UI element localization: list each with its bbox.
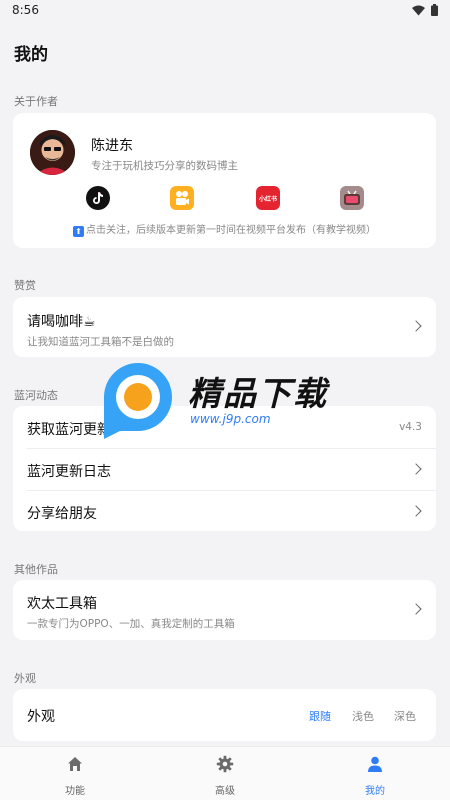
- status-bar: 8:56: [0, 0, 450, 22]
- author-card: 陈进东 专注于玩机技巧分享的数码博主 小红书 ⬆ 点击关注，后续版本更新第一时间在…: [13, 113, 436, 248]
- theme-option-dark[interactable]: 深色: [394, 708, 416, 724]
- battery-icon: [431, 4, 438, 16]
- follow-notice[interactable]: ⬆ 点击关注，后续版本更新第一时间在视频平台发布（有教学视频）: [13, 221, 436, 237]
- watermark-url: www.j9p.com: [190, 412, 271, 426]
- section-label-other: 其他作品: [14, 563, 58, 576]
- appearance-card: 外观 跟随 浅色 深色: [13, 689, 436, 741]
- theme-option-light[interactable]: 浅色: [352, 708, 374, 724]
- person-icon: [368, 756, 382, 772]
- share-label: 分享给朋友: [27, 506, 97, 522]
- section-label-updates: 蓝河动态: [14, 389, 58, 402]
- chevron-right-icon: [410, 463, 422, 475]
- nav-label-advanced: 高级: [215, 786, 235, 797]
- changelog-row[interactable]: 蓝河更新日志: [13, 448, 436, 490]
- nav-label-features: 功能: [65, 786, 85, 797]
- avatar[interactable]: [30, 130, 75, 175]
- coffee-title: 请喝咖啡☕: [27, 314, 96, 330]
- nav-item-advanced[interactable]: 高级: [150, 747, 300, 800]
- tiktok-icon[interactable]: [86, 186, 110, 210]
- watermark: 精品下载 www.j9p.com: [98, 357, 358, 441]
- author-description: 专注于玩机技巧分享的数码博主: [91, 160, 238, 172]
- theme-option-follow[interactable]: 跟随: [309, 708, 331, 724]
- chevron-right-icon: [410, 320, 422, 332]
- coffee-subtitle: 让我知道蓝河工具箱不是白做的: [27, 336, 174, 348]
- nav-item-features[interactable]: 功能: [0, 747, 150, 800]
- status-time: 8:56: [12, 3, 39, 17]
- nav-item-mine[interactable]: 我的: [300, 747, 450, 800]
- section-label-about: 关于作者: [14, 95, 58, 108]
- xiaohongshu-icon[interactable]: 小红书: [256, 186, 280, 210]
- bilibili-icon[interactable]: [340, 186, 364, 210]
- author-name: 陈进东: [91, 138, 133, 154]
- other-app-subtitle: 一款专门为OPPO、一加、真我定制的工具箱: [27, 618, 235, 630]
- version-value: v4.3: [399, 421, 422, 433]
- arrow-up-icon: ⬆: [73, 226, 84, 237]
- nav-label-mine: 我的: [365, 786, 385, 797]
- section-label-appearance: 外观: [14, 672, 36, 685]
- home-icon: [68, 757, 82, 771]
- page-title: 我的: [14, 45, 48, 65]
- chevron-right-icon: [410, 603, 422, 615]
- watermark-title: 精品下载: [188, 374, 328, 413]
- other-app-title: 欢太工具箱: [27, 596, 97, 612]
- other-app-card[interactable]: 欢太工具箱 一款专门为OPPO、一加、真我定制的工具箱: [13, 580, 436, 640]
- appearance-title: 外观: [27, 709, 55, 725]
- bottom-nav: 功能 高级 我的: [0, 746, 450, 800]
- chevron-right-icon: [410, 505, 422, 517]
- reward-card[interactable]: 请喝咖啡☕ 让我知道蓝河工具箱不是白做的: [13, 297, 436, 357]
- changelog-label: 蓝河更新日志: [27, 464, 111, 480]
- section-label-reward: 赞赏: [14, 279, 36, 292]
- watermark-logo: [104, 363, 172, 439]
- share-row[interactable]: 分享给朋友: [13, 490, 436, 531]
- gear-icon: [216, 755, 234, 773]
- wifi-icon: [412, 5, 425, 15]
- status-icons: [412, 4, 438, 16]
- kuaishou-icon[interactable]: [170, 186, 194, 210]
- follow-notice-text: 点击关注，后续版本更新第一时间在视频平台发布（有教学视频）: [86, 225, 376, 236]
